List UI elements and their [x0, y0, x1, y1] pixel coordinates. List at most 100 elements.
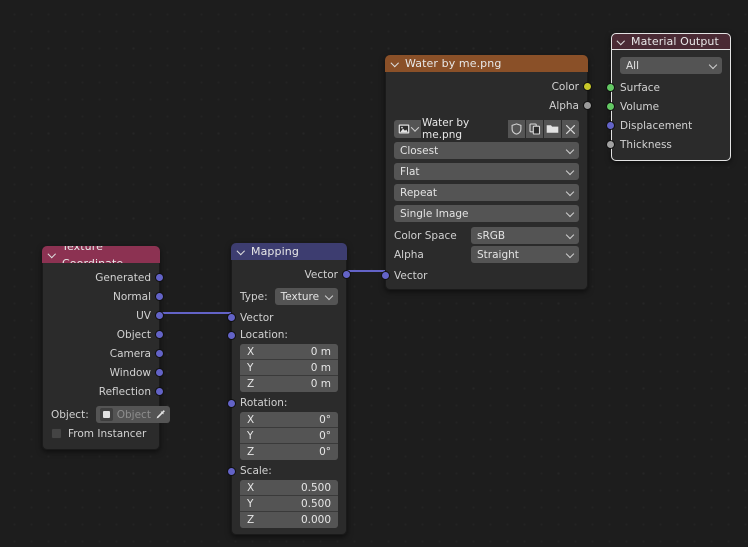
socket-row-thickness[interactable]: Thickness — [606, 135, 730, 154]
input-socket-vector[interactable] — [227, 313, 236, 322]
from-instancer-checkbox[interactable] — [51, 428, 62, 439]
socket-label-normal: Normal — [113, 290, 151, 303]
output-socket-normal[interactable] — [155, 292, 164, 301]
location-z-field[interactable]: Z 0 m — [240, 376, 338, 392]
color-space-dropdown[interactable]: sRGB — [471, 227, 579, 244]
chevron-down-icon[interactable] — [617, 37, 626, 46]
socket-row-uv[interactable]: UV — [43, 306, 164, 325]
node-header-image-texture[interactable]: Water by me.png — [385, 55, 588, 72]
interpolation-dropdown[interactable]: Closest — [394, 142, 579, 159]
node-image-texture[interactable]: Water by me.png Color Alpha Water by me.… — [381, 55, 592, 290]
socket-row-color[interactable]: Color — [386, 77, 592, 96]
node-header-material-output[interactable]: Material Output — [611, 33, 731, 50]
output-socket-camera[interactable] — [155, 349, 164, 358]
output-socket-window[interactable] — [155, 368, 164, 377]
socket-row-vector-input[interactable]: Vector — [227, 308, 346, 327]
chevron-down-icon — [708, 60, 718, 70]
rotation-section: Rotation: — [227, 395, 346, 412]
node-header-texture-coordinate[interactable]: Texture Coordinate — [42, 246, 160, 263]
location-fields[interactable]: X 0 m Y 0 m Z 0 m — [240, 344, 338, 392]
chevron-down-icon — [565, 230, 575, 240]
input-socket-scale[interactable] — [227, 467, 236, 476]
output-socket-color[interactable] — [583, 82, 592, 91]
image-datablock-bar[interactable]: Water by me.png — [394, 117, 579, 141]
socket-row-volume[interactable]: Volume — [606, 97, 730, 116]
output-socket-object[interactable] — [155, 330, 164, 339]
location-label: Location: — [240, 329, 288, 341]
fake-user-button[interactable] — [508, 120, 525, 138]
node-body-mapping: Vector Type: Texture Vector Location: X … — [227, 260, 351, 535]
socket-row-object[interactable]: Object — [43, 325, 164, 344]
input-socket-rotation[interactable] — [227, 399, 236, 408]
socket-label-displacement: Displacement — [620, 119, 693, 132]
projection-dropdown[interactable]: Flat — [394, 163, 579, 180]
chevron-down-icon[interactable] — [237, 247, 246, 256]
socket-row-surface[interactable]: Surface — [606, 78, 730, 97]
node-material-output[interactable]: Material Output All Surface Volume Displ… — [606, 33, 731, 161]
color-space-row[interactable]: Color Space sRGB — [386, 226, 587, 245]
axis-value: 0.500 — [300, 481, 331, 494]
extension-value: Repeat — [400, 186, 437, 199]
shader-node-editor-canvas[interactable]: Texture Coordinate Generated Normal UV O… — [0, 0, 748, 547]
unlink-image-button[interactable] — [562, 120, 579, 138]
chevron-down-icon[interactable] — [48, 250, 57, 259]
output-socket-reflection[interactable] — [155, 387, 164, 396]
socket-label-uv: UV — [136, 309, 151, 322]
scale-y-field[interactable]: Y 0.500 — [240, 496, 338, 512]
object-field[interactable]: Object — [95, 406, 170, 423]
type-dropdown[interactable]: Texture — [274, 288, 338, 305]
object-picker-row[interactable]: Object: Object — [43, 405, 170, 424]
from-instancer-row[interactable]: From Instancer — [43, 424, 159, 443]
axis-value: 0° — [319, 446, 331, 458]
node-mapping[interactable]: Mapping Vector Type: Texture Vector Loca… — [227, 243, 351, 535]
output-socket-vector[interactable] — [342, 270, 351, 279]
input-socket-location[interactable] — [227, 331, 236, 340]
eyedropper-icon[interactable] — [155, 409, 166, 420]
object-field-value: Object — [116, 408, 151, 421]
input-socket-vector[interactable] — [381, 271, 390, 280]
output-socket-generated[interactable] — [155, 273, 164, 282]
scale-z-field[interactable]: Z 0.000 — [240, 512, 338, 528]
input-socket-volume[interactable] — [606, 102, 615, 111]
new-image-button[interactable] — [526, 120, 543, 138]
type-row[interactable]: Type: Texture — [232, 287, 346, 306]
scale-fields[interactable]: X 0.500 Y 0.500 Z 0.000 — [240, 480, 338, 528]
socket-label-vector-input: Vector — [394, 269, 428, 282]
image-browse-button[interactable] — [394, 120, 421, 138]
socket-row-camera[interactable]: Camera — [43, 344, 164, 363]
socket-row-alpha-out[interactable]: Alpha — [386, 96, 592, 115]
source-dropdown[interactable]: Single Image — [394, 205, 579, 222]
target-dropdown[interactable]: All — [620, 57, 722, 74]
location-y-field[interactable]: Y 0 m — [240, 360, 338, 376]
input-socket-displacement[interactable] — [606, 121, 615, 130]
image-name-field[interactable]: Water by me.png — [422, 117, 507, 141]
node-title: Mapping — [251, 245, 299, 258]
alpha-dropdown[interactable]: Straight — [471, 246, 579, 263]
output-socket-alpha[interactable] — [583, 101, 592, 110]
scale-x-field[interactable]: X 0.500 — [240, 480, 338, 496]
output-socket-uv[interactable] — [155, 311, 164, 320]
socket-row-vector-output[interactable]: Vector — [232, 265, 351, 284]
socket-row-window[interactable]: Window — [43, 363, 164, 382]
rotation-x-field[interactable]: X 0° — [240, 412, 338, 428]
input-socket-surface[interactable] — [606, 83, 615, 92]
axis-label: X — [247, 413, 255, 426]
open-image-button[interactable] — [544, 120, 561, 138]
rotation-fields[interactable]: X 0° Y 0° Z 0° — [240, 412, 338, 460]
rotation-z-field[interactable]: Z 0° — [240, 444, 338, 460]
alpha-row[interactable]: Alpha Straight — [386, 245, 587, 264]
input-socket-thickness[interactable] — [606, 140, 615, 149]
socket-row-normal[interactable]: Normal — [43, 287, 164, 306]
node-header-mapping[interactable]: Mapping — [231, 243, 347, 260]
socket-row-generated[interactable]: Generated — [43, 268, 164, 287]
extension-dropdown[interactable]: Repeat — [394, 184, 579, 201]
location-x-field[interactable]: X 0 m — [240, 344, 338, 360]
socket-row-vector-input[interactable]: Vector — [381, 266, 587, 285]
axis-label: Y — [247, 429, 254, 442]
chevron-down-icon[interactable] — [391, 59, 400, 68]
socket-row-displacement[interactable]: Displacement — [606, 116, 730, 135]
axis-label: X — [247, 481, 255, 494]
socket-row-reflection[interactable]: Reflection — [43, 382, 164, 401]
rotation-y-field[interactable]: Y 0° — [240, 428, 338, 444]
node-texture-coordinate[interactable]: Texture Coordinate Generated Normal UV O… — [42, 246, 170, 450]
